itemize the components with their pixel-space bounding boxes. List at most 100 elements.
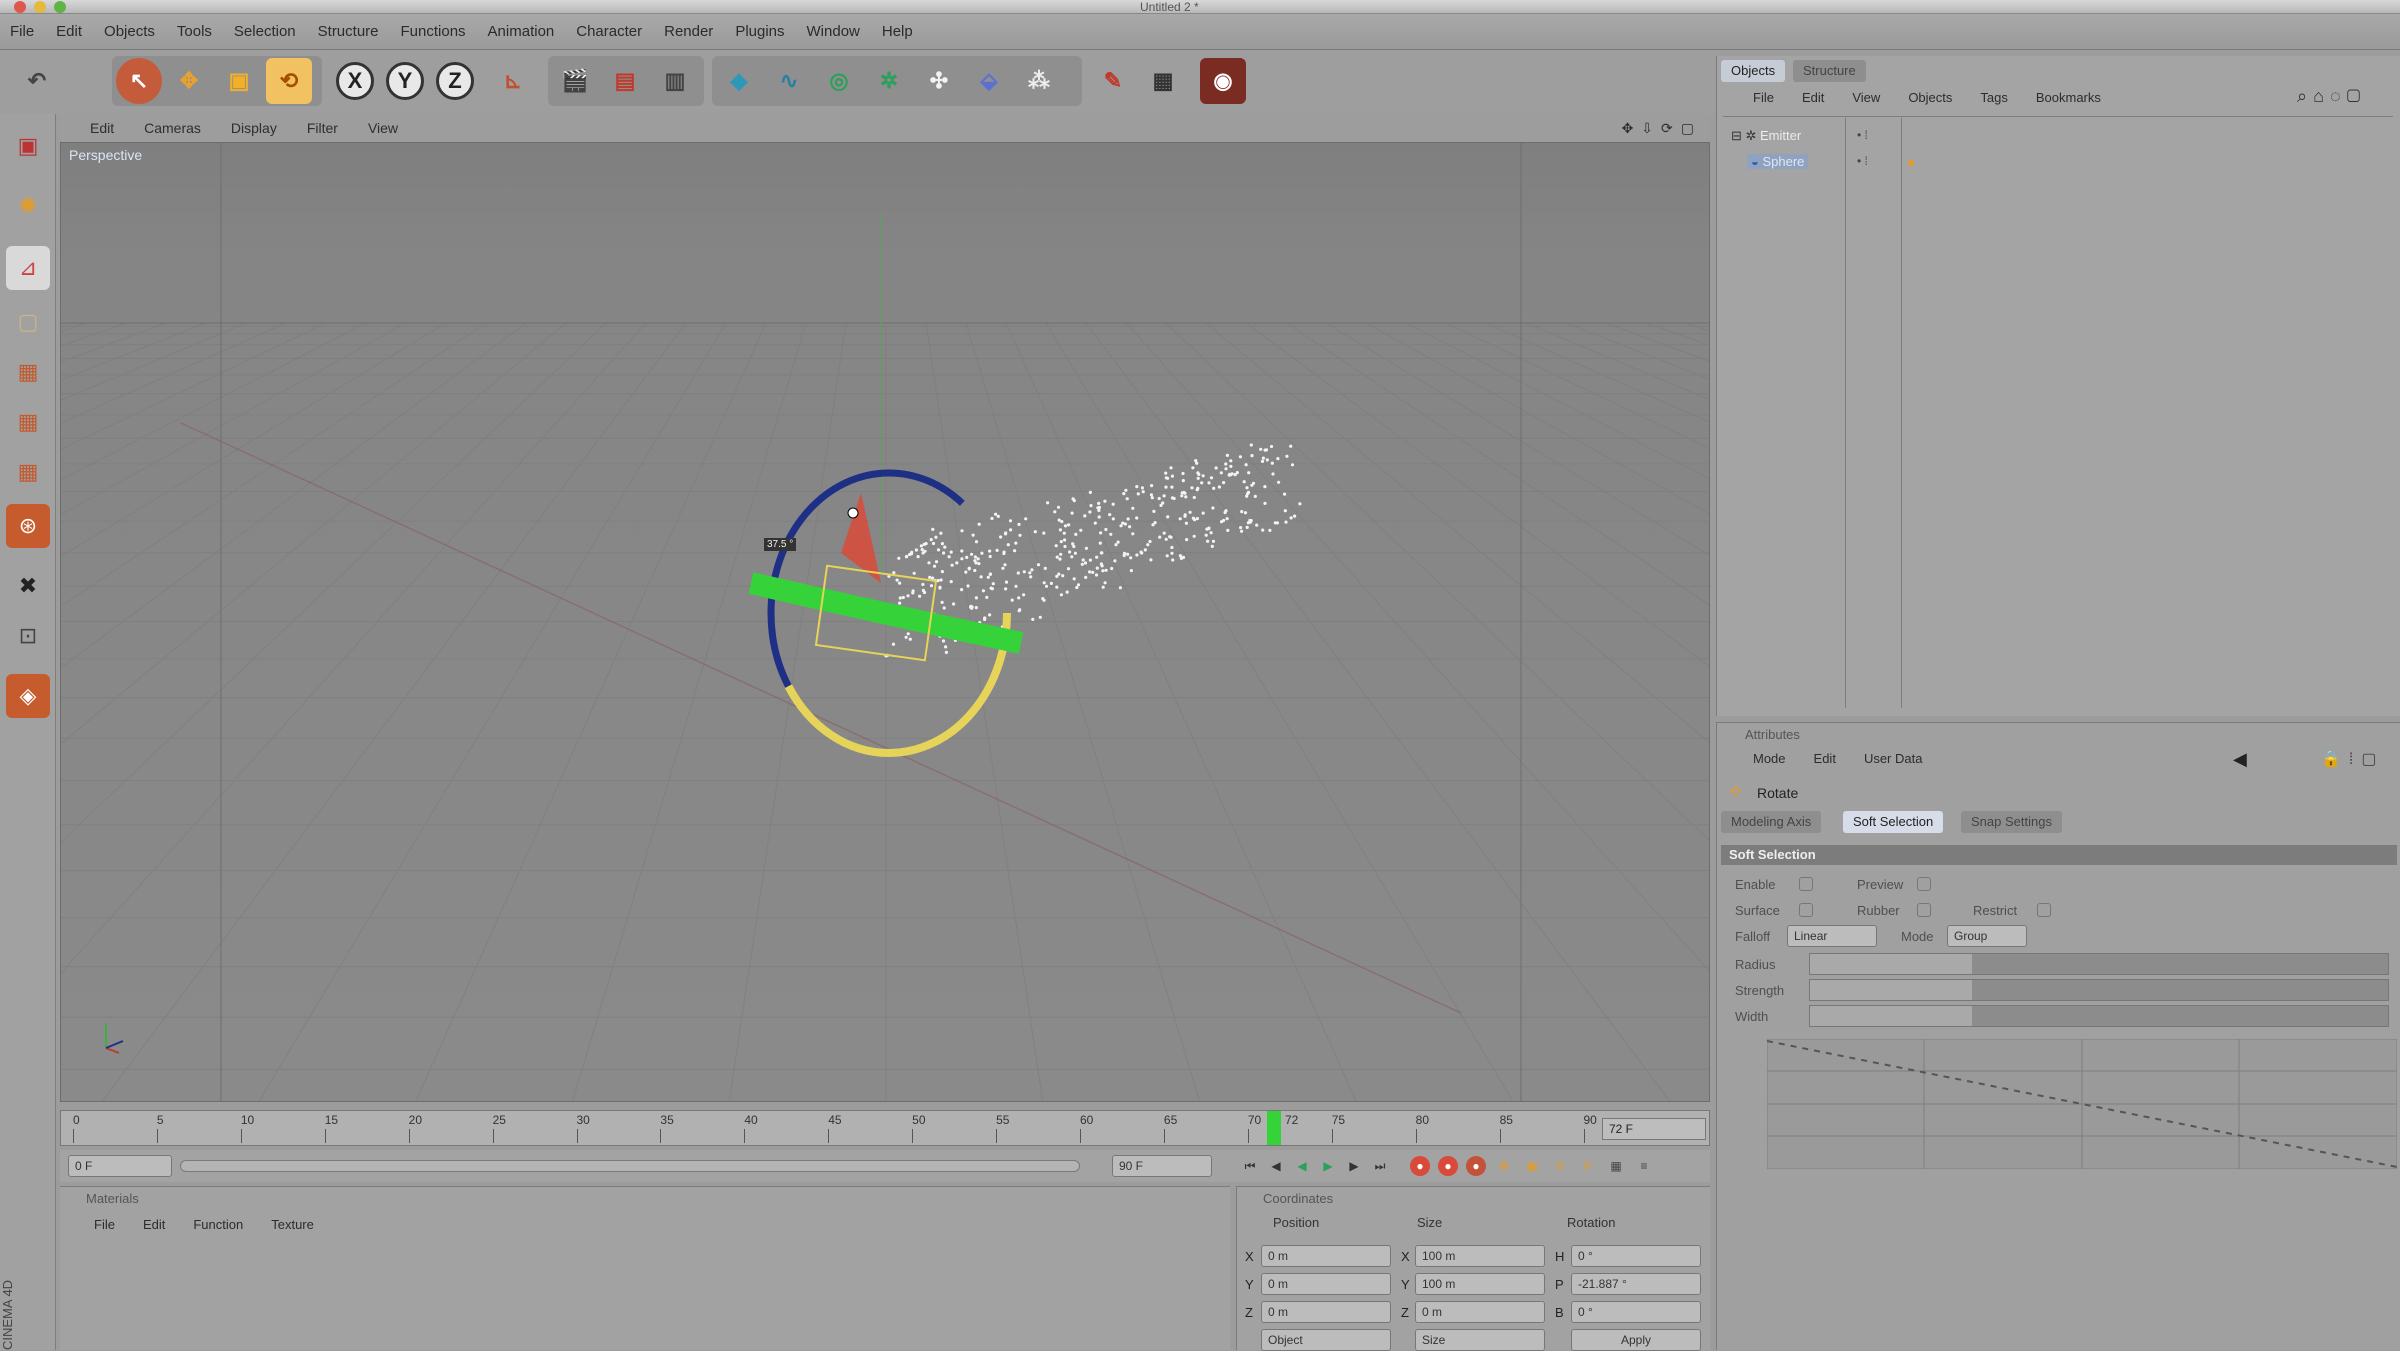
menu-structure[interactable]: Structure <box>318 23 379 40</box>
axis-mode-icon[interactable]: ⊛ <box>6 504 50 548</box>
autokey-icon[interactable]: ● <box>1438 1156 1458 1176</box>
objects-menu-objects[interactable]: Objects <box>1908 90 1952 105</box>
rotation-b-field[interactable]: 0 ° <box>1571 1301 1701 1323</box>
object-mode-icon[interactable]: ⊿ <box>6 246 50 290</box>
range-end-field[interactable]: 90 F <box>1112 1155 1212 1177</box>
sculpt-icon[interactable]: ◈ <box>6 674 50 718</box>
phong-tag-icon[interactable]: ● <box>1907 154 1915 170</box>
menu-window[interactable]: Window <box>807 23 860 40</box>
render-picture-icon[interactable]: ▤ <box>602 58 648 104</box>
nurbs-icon[interactable]: ◎ <box>816 58 862 104</box>
tab-structure[interactable]: Structure <box>1793 60 1866 82</box>
texture-mode-icon[interactable]: ▢ <box>6 300 50 344</box>
playhead[interactable] <box>1267 1111 1281 1145</box>
record-icon[interactable]: ● <box>1410 1156 1430 1176</box>
viewport-menu-edit[interactable]: Edit <box>90 120 114 136</box>
menu-selection[interactable]: Selection <box>234 23 296 40</box>
surface-checkbox[interactable] <box>1799 903 1813 917</box>
coord-size-select[interactable]: Size <box>1415 1329 1545 1351</box>
deformer-icon[interactable]: ✣ <box>916 58 962 104</box>
key-param-icon[interactable]: P <box>1578 1156 1598 1176</box>
z-axis-icon[interactable]: Z <box>436 62 474 100</box>
scene-icon[interactable]: ⬙ <box>966 58 1012 104</box>
objects-menu-view[interactable]: View <box>1852 90 1880 105</box>
camera-icon[interactable]: ▦ <box>1140 58 1186 104</box>
viewport-menu-cameras[interactable]: Cameras <box>144 120 201 136</box>
next-frame-icon[interactable]: ▶ <box>1344 1156 1364 1176</box>
materials-menu-texture[interactable]: Texture <box>271 1217 314 1232</box>
snap-icon[interactable]: ✖ <box>6 564 50 608</box>
object-item-emitter[interactable]: ⊟ ✲ Emitter <box>1731 128 1801 144</box>
start-frame-field[interactable]: 0 F <box>68 1155 172 1177</box>
objects-toolbar-icons[interactable]: ⌕⌂◌▢ <box>2297 86 2366 107</box>
materials-menu-file[interactable]: File <box>94 1217 115 1232</box>
end-frame-field[interactable]: 72 F <box>1602 1118 1706 1140</box>
model-mode-icon[interactable]: ✺ <box>6 184 50 228</box>
tab-modeling-axis[interactable]: Modeling Axis <box>1721 811 1822 833</box>
materials-menu-function[interactable]: Function <box>193 1217 243 1232</box>
particle-icon[interactable]: ⁂ <box>1016 58 1062 104</box>
falloff-curve-graph[interactable] <box>1767 1039 2397 1169</box>
key-selection-icon[interactable]: ● <box>1466 1156 1486 1176</box>
rotation-p-field[interactable]: -21.887 ° <box>1571 1273 1701 1295</box>
key-position-icon[interactable]: ✥ <box>1494 1156 1514 1176</box>
menu-functions[interactable]: Functions <box>401 23 466 40</box>
attributes-menu-userdata[interactable]: User Data <box>1864 751 1923 766</box>
menu-character[interactable]: Character <box>576 23 642 40</box>
size-z-field[interactable]: 0 m <box>1415 1301 1545 1323</box>
menu-render[interactable]: Render <box>664 23 713 40</box>
coord-system-icon[interactable]: ⊾ <box>490 58 536 104</box>
sphere-visibility-icon[interactable]: • ⁞ <box>1857 154 1868 168</box>
enable-checkbox[interactable] <box>1799 877 1813 891</box>
position-z-field[interactable]: 0 m <box>1261 1301 1391 1323</box>
edges-mode-icon[interactable]: ▦ <box>6 400 50 444</box>
coord-mode-select[interactable]: Object <box>1261 1329 1391 1351</box>
size-x-field[interactable]: 100 m <box>1415 1245 1545 1267</box>
size-y-field[interactable]: 100 m <box>1415 1273 1545 1295</box>
key-scale-icon[interactable]: ▣ <box>1522 1156 1542 1176</box>
live-selection-icon[interactable]: ⟲ <box>266 58 312 104</box>
materials-menu-edit[interactable]: Edit <box>143 1217 165 1232</box>
menu-tools[interactable]: Tools <box>177 23 212 40</box>
prev-frame-icon[interactable]: ◀ <box>1266 1156 1286 1176</box>
move-icon[interactable]: ↖ <box>116 58 162 104</box>
goto-end-icon[interactable]: ⏭ <box>1370 1156 1390 1176</box>
undo-icon[interactable]: ↶ <box>14 58 60 104</box>
restrict-checkbox[interactable] <box>2037 903 2051 917</box>
timeline-ruler[interactable]: 0 5 10 15 20 25 30 35 40 45 50 55 60 65 70 75 80 85 90 72 <box>60 1110 1710 1146</box>
viewport-perspective[interactable]: Perspective 37.5 ° <box>60 142 1710 1102</box>
lock-icons[interactable]: 🔒⁞▢ <box>2321 749 2384 769</box>
tab-snap-settings[interactable]: Snap Settings <box>1961 811 2062 833</box>
viewport-nav-icons[interactable]: ✥⇩⟳▢ <box>1622 120 1702 137</box>
attributes-menu-mode[interactable]: Mode <box>1753 751 1786 766</box>
light-icon[interactable]: ✎ <box>1090 58 1136 104</box>
spline-icon[interactable]: ∿ <box>766 58 812 104</box>
position-y-field[interactable]: 0 m <box>1261 1273 1391 1295</box>
tab-soft-selection[interactable]: Soft Selection <box>1843 811 1944 833</box>
menu-animation[interactable]: Animation <box>488 23 555 40</box>
zoom-window-button[interactable] <box>54 1 66 13</box>
key-rotation-icon[interactable]: ⟲ <box>1550 1156 1570 1176</box>
floor-icon[interactable]: ◉ <box>1200 58 1246 104</box>
frame-range-slider[interactable] <box>180 1160 1080 1172</box>
menu-edit[interactable]: Edit <box>56 23 82 40</box>
y-axis-icon[interactable]: Y <box>386 62 424 100</box>
menu-help[interactable]: Help <box>882 23 913 40</box>
back-arrow-icon[interactable]: ◀ <box>2233 749 2247 770</box>
rotation-h-field[interactable]: 0 ° <box>1571 1245 1701 1267</box>
objects-menu-bookmarks[interactable]: Bookmarks <box>2036 90 2101 105</box>
render-view-icon[interactable]: 🎬 <box>552 58 598 104</box>
object-item-sphere[interactable]: ◒ Sphere <box>1747 154 1809 169</box>
play-backward-icon[interactable]: ◀ <box>1292 1156 1312 1176</box>
points-mode-icon[interactable]: ▦ <box>6 350 50 394</box>
play-forward-icon[interactable]: ▶ <box>1318 1156 1338 1176</box>
polygons-mode-icon[interactable]: ▦ <box>6 450 50 494</box>
tab-objects[interactable]: Objects <box>1721 60 1786 82</box>
close-window-button[interactable] <box>14 1 26 13</box>
falloff-select[interactable]: Linear <box>1787 925 1877 947</box>
attributes-menu-edit[interactable]: Edit <box>1814 751 1836 766</box>
make-editable-icon[interactable]: ▣ <box>6 124 50 168</box>
cube-icon[interactable]: ◆ <box>716 58 762 104</box>
radius-slider[interactable] <box>1809 953 2389 975</box>
x-axis-icon[interactable]: X <box>336 62 374 100</box>
